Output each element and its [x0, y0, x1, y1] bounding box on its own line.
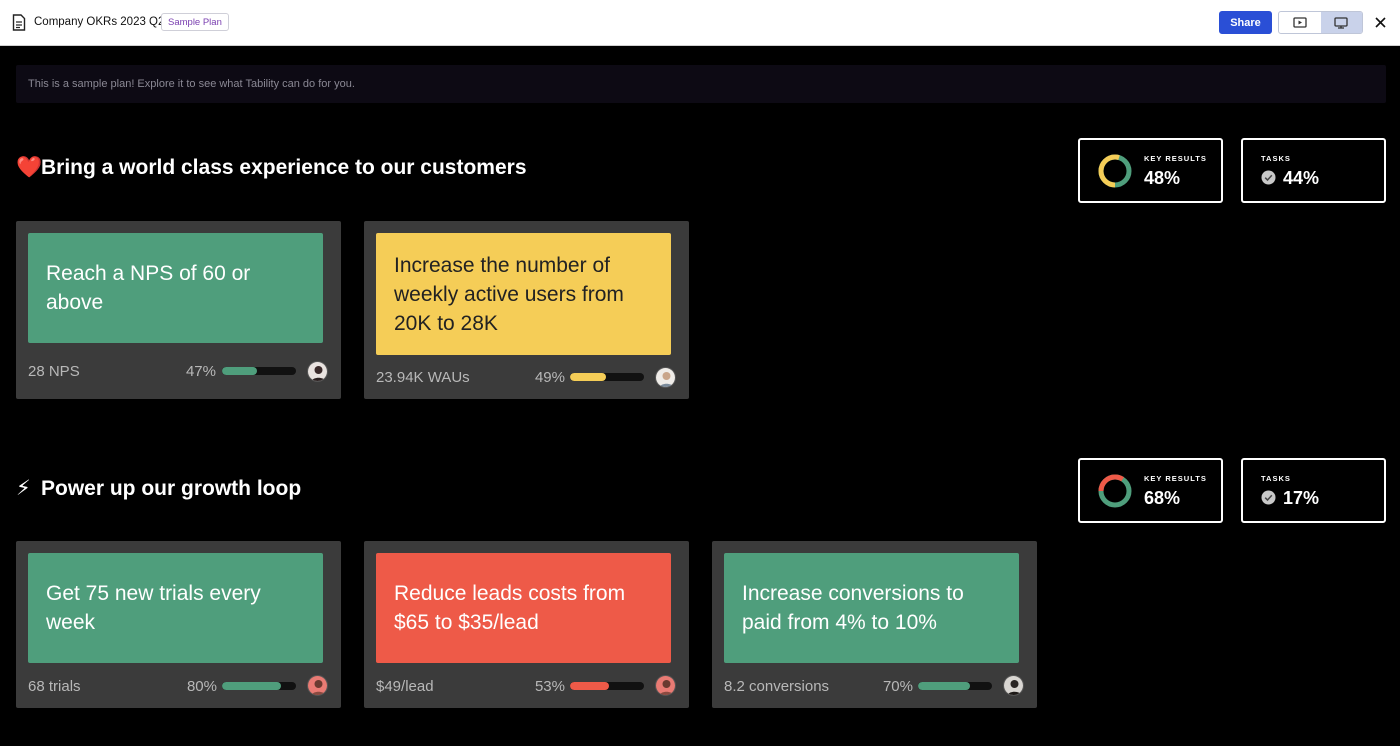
objective-title-text: Power up our growth loop [41, 477, 302, 500]
person-avatar-icon [656, 676, 675, 695]
share-button[interactable]: Share [1219, 11, 1272, 34]
key-result-face: Get 75 new trials every week [28, 553, 323, 663]
presentation-view-button[interactable] [1279, 12, 1321, 33]
objective-title: ⚡ Power up our growth loop [16, 476, 301, 501]
key-result-percent: 70% [882, 678, 913, 695]
key-results-label: KEY RESULTS [1144, 154, 1207, 163]
lightning-emoji-icon: ⚡ [16, 477, 31, 500]
monitor-icon [1334, 16, 1348, 29]
close-button[interactable] [1372, 14, 1388, 30]
document-icon [12, 14, 26, 31]
person-avatar-icon [308, 676, 327, 695]
key-result-metric: 8.2 conversions [724, 678, 830, 695]
progress-bar [222, 367, 296, 375]
banner-text: This is a sample plan! Explore it to see… [28, 78, 355, 90]
key-results-summary[interactable]: KEY RESULTS 48% [1078, 138, 1223, 203]
key-result-text: Increase the number of weekly active use… [394, 253, 624, 335]
sample-plan-banner: This is a sample plan! Explore it to see… [16, 65, 1386, 103]
key-results-label: KEY RESULTS [1144, 474, 1207, 483]
key-result-face: Increase conversions to paid from 4% to … [724, 553, 1019, 663]
key-result-card[interactable]: Increase conversions to paid from 4% to … [712, 541, 1037, 708]
key-result-face: Reach a NPS of 60 or above [28, 233, 323, 343]
close-icon [1374, 16, 1386, 28]
owner-avatar[interactable] [1003, 675, 1024, 696]
key-result-text: Get 75 new trials every week [46, 582, 261, 634]
key-result-text: Reach a NPS of 60 or above [46, 262, 251, 314]
key-results-value: 68% [1144, 488, 1181, 508]
key-result-metric: 23.94K WAUs [376, 369, 470, 386]
check-circle-icon [1261, 170, 1276, 185]
progress-bar [222, 682, 296, 690]
person-avatar-icon [1004, 676, 1023, 695]
tasks-label: TASKS [1261, 154, 1291, 163]
key-result-text: Increase conversions to paid from 4% to … [742, 582, 964, 634]
tasks-summary[interactable]: TASKS 17% [1241, 458, 1386, 523]
presentation-icon [1293, 17, 1307, 28]
key-result-metric: 68 trials [28, 678, 81, 695]
plan-title: Company OKRs 2023 Q2 [34, 16, 165, 28]
key-result-card[interactable]: Reduce leads costs from $65 to $35/lead … [364, 541, 689, 708]
key-result-face: Reduce leads costs from $65 to $35/lead [376, 553, 671, 663]
check-circle-icon [1261, 490, 1276, 505]
key-result-percent: 49% [534, 369, 565, 386]
tasks-value: 44% [1283, 168, 1320, 188]
person-avatar-icon [656, 368, 675, 387]
key-result-card[interactable]: Reach a NPS of 60 or above 28 NPS 47% [16, 221, 341, 399]
key-result-metric: 28 NPS [28, 363, 80, 380]
tasks-summary[interactable]: TASKS 44% [1241, 138, 1386, 203]
owner-avatar[interactable] [307, 361, 328, 382]
key-result-text: Reduce leads costs from $65 to $35/lead [394, 582, 626, 634]
heart-emoji-icon: ❤️ [16, 156, 43, 179]
top-bar: Company OKRs 2023 Q2 Sample Plan Share [0, 0, 1400, 46]
objective-title-text: Bring a world class experience to our cu… [41, 156, 527, 179]
key-result-card[interactable]: Get 75 new trials every week 68 trials 8… [16, 541, 341, 708]
key-results-donut-icon [1098, 154, 1132, 188]
key-result-percent: 53% [534, 678, 565, 695]
progress-bar [918, 682, 992, 690]
key-result-metric: $49/lead [376, 678, 434, 695]
key-result-face: Increase the number of weekly active use… [376, 233, 671, 355]
screen-view-button[interactable] [1320, 12, 1362, 33]
sample-plan-badge: Sample Plan [161, 13, 229, 31]
key-results-value: 48% [1144, 168, 1181, 188]
person-avatar-icon [308, 362, 327, 381]
progress-bar [570, 373, 644, 381]
key-result-percent: 80% [186, 678, 217, 695]
view-mode-toggle [1278, 11, 1363, 34]
owner-avatar[interactable] [307, 675, 328, 696]
progress-bar [570, 682, 644, 690]
objective-title: ❤️Bring a world class experience to our … [16, 156, 527, 180]
tasks-value: 17% [1283, 488, 1320, 508]
tasks-label: TASKS [1261, 474, 1291, 483]
key-result-card[interactable]: Increase the number of weekly active use… [364, 221, 689, 399]
owner-avatar[interactable] [655, 675, 676, 696]
key-results-summary[interactable]: KEY RESULTS 68% [1078, 458, 1223, 523]
key-result-percent: 47% [185, 363, 216, 380]
owner-avatar[interactable] [655, 367, 676, 388]
key-results-donut-icon [1098, 474, 1132, 508]
